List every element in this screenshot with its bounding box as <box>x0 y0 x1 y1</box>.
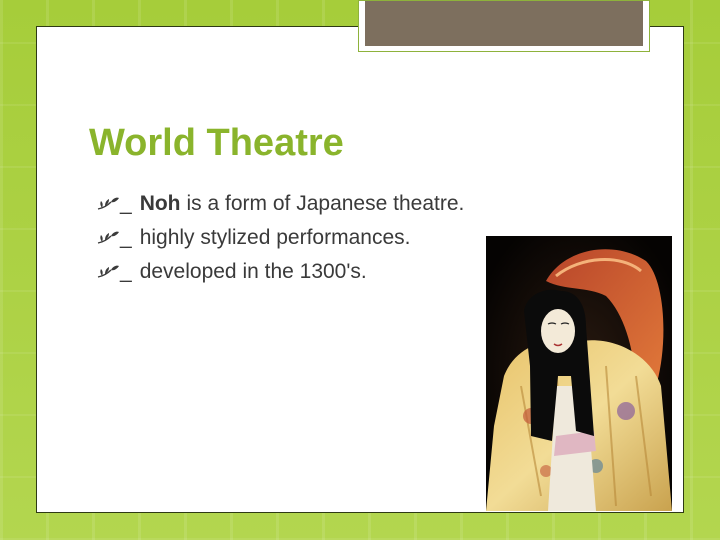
bullet-item: _ highly stylized performances. <box>96 221 464 255</box>
bullet-item: _ Noh is a form of Japanese theatre. <box>96 187 464 221</box>
bullet-text: is a form of Japanese theatre. <box>186 192 465 215</box>
leaf-sprig-icon <box>97 197 119 210</box>
bullet-keyword: Noh <box>139 192 181 215</box>
leaf-sprig-icon <box>97 231 119 244</box>
bullet-list: _ Noh is a form of Japanese theatre. _ h… <box>96 187 464 289</box>
bullet-text: developed in the 1300's. <box>139 260 367 283</box>
header-frame <box>358 0 650 52</box>
noh-performer-illustration <box>486 236 672 511</box>
bullet-dash: _ <box>120 260 132 283</box>
noh-performer-photo <box>486 236 672 511</box>
slide-title: World Theatre <box>89 122 344 164</box>
bullet-item: _ developed in the 1300's. <box>96 255 464 289</box>
leaf-sprig-icon <box>97 265 119 278</box>
bullet-dash: _ <box>120 226 132 249</box>
bullet-dash: _ <box>120 192 132 215</box>
header-bar <box>365 1 643 46</box>
bullet-text: highly stylized performances. <box>139 226 411 249</box>
